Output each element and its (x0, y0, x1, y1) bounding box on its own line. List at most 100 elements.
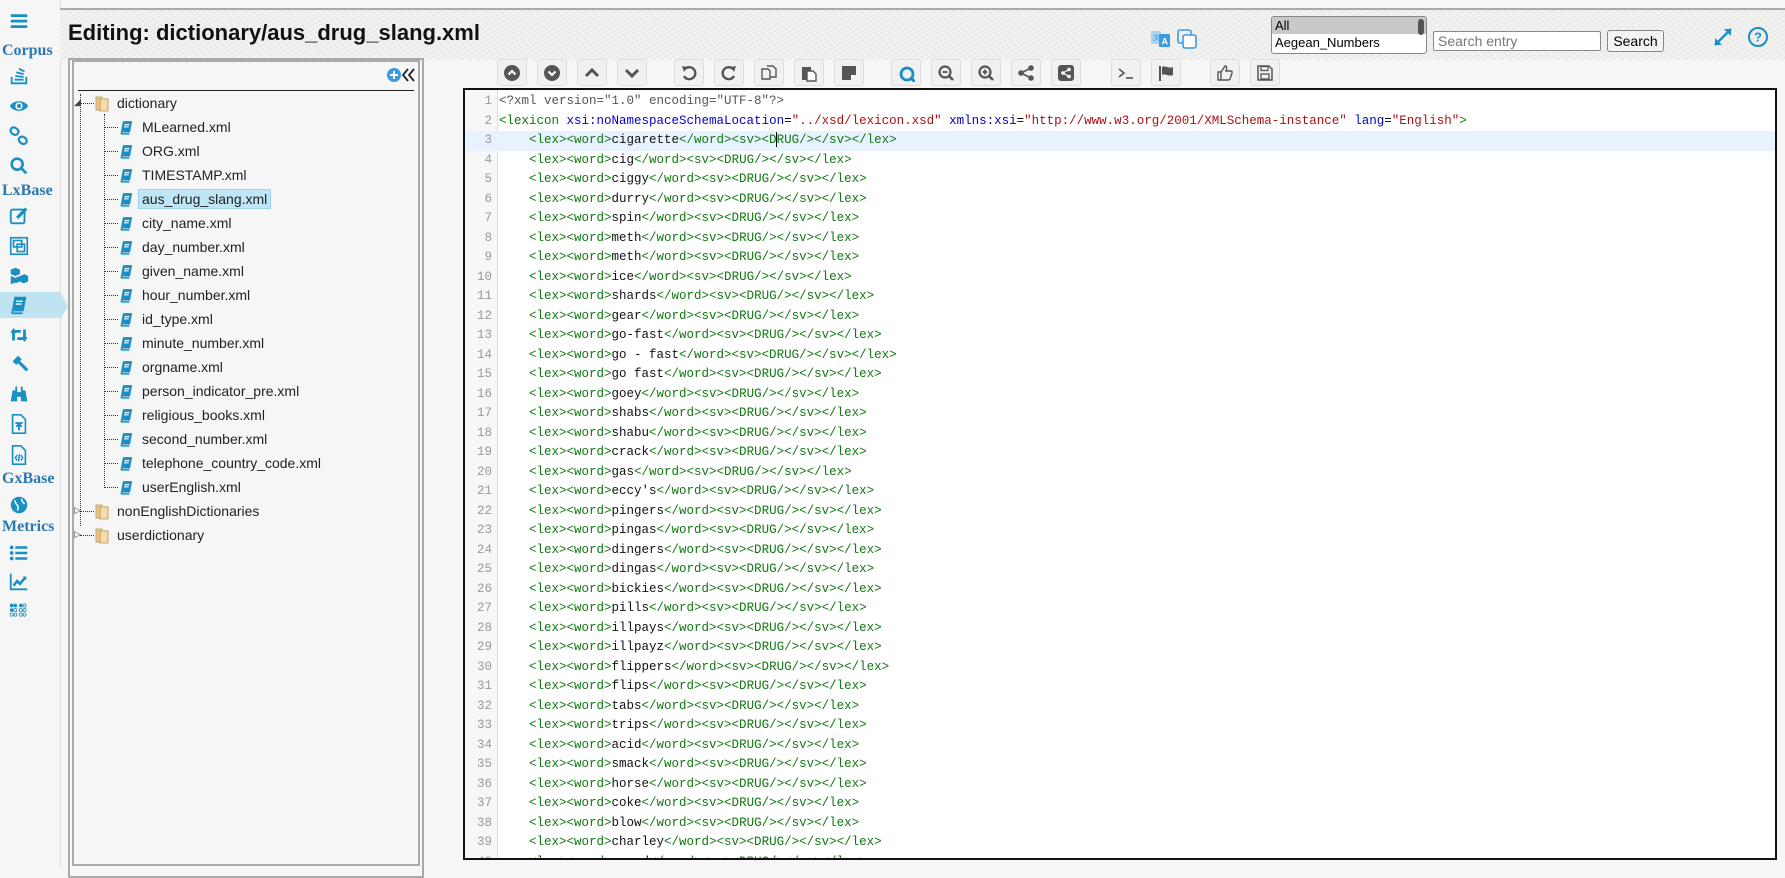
tree-file[interactable]: day_number.xml (118, 236, 249, 258)
code-line[interactable]: 18 <lex><word>shabu</word><sv><DRUG/></s… (465, 424, 1775, 444)
previous-button[interactable] (577, 59, 607, 86)
code-text[interactable]: <lex><word>flips</word><sv><DRUG/></sv><… (499, 677, 867, 697)
xml-code-editor[interactable]: 1 <?xml version="1.0" encoding="UTF-8"?> 2… (463, 88, 1777, 860)
code-text[interactable]: <lex><word>pingas</word><sv><DRUG/></sv>… (499, 521, 874, 541)
tree-file[interactable]: city_name.xml (118, 212, 235, 234)
code-text[interactable]: <lex><word>illpayz</word><sv><DRUG/></sv… (499, 638, 882, 658)
code-text[interactable]: <lex><word>speed</word><sv><DRUG/></sv><… (499, 853, 867, 859)
tree-file[interactable]: religious_books.xml (118, 404, 269, 426)
code-line[interactable]: 14 <lex><word>go - fast</word><sv><DRUG/… (465, 346, 1775, 366)
tree-file[interactable]: person_indicator_pre.xml (118, 380, 303, 402)
code-text[interactable]: <lex><word>durry</word><sv><DRUG/></sv><… (499, 190, 867, 210)
code-line[interactable]: 6 <lex><word>durry</word><sv><DRUG/></sv… (465, 190, 1775, 210)
tree-file[interactable]: userEnglish.xml (118, 476, 245, 498)
terminal-button[interactable] (1111, 59, 1141, 86)
dictionary-option[interactable]: All (1272, 17, 1426, 34)
tree-file[interactable]: telephone_country_code.xml (118, 452, 325, 474)
select-scrollbar[interactable] (1418, 19, 1424, 35)
code-text[interactable]: <lex><word>smack</word><sv><DRUG/></sv><… (499, 755, 867, 775)
code-text[interactable]: <lex><word>spin</word><sv><DRUG/></sv></… (499, 209, 859, 229)
sidebar-item-edit[interactable] (0, 203, 60, 229)
sidebar-item-cubes[interactable] (0, 263, 60, 289)
tree-file[interactable]: orgname.xml (118, 356, 227, 378)
zoom-out-button[interactable] (931, 59, 961, 86)
code-text[interactable]: <lex><word>shabu</word><sv><DRUG/></sv><… (499, 424, 867, 444)
code-line[interactable]: 11 <lex><word>shards</word><sv><DRUG/></… (465, 287, 1775, 307)
code-text[interactable]: <lex><word>bickies</word><sv><DRUG/></sv… (499, 580, 882, 600)
expand-toggle-icon[interactable]: ▷ (74, 505, 84, 515)
sidebar-item-file-code[interactable] (0, 442, 60, 468)
code-text[interactable]: <lex><word>go-fast</word><sv><DRUG/></sv… (499, 326, 882, 346)
code-line[interactable]: 36 <lex><word>horse</word><sv><DRUG/></s… (465, 775, 1775, 795)
code-line[interactable]: 1 <?xml version="1.0" encoding="UTF-8"?> (465, 92, 1775, 112)
copy-button[interactable] (754, 59, 784, 86)
code-text[interactable]: <lex><word>acid</word><sv><DRUG/></sv></… (499, 736, 859, 756)
code-text[interactable]: <lex><word>gas</word><sv><DRUG/></sv></l… (499, 463, 852, 483)
code-line[interactable]: 7 <lex><word>spin</word><sv><DRUG/></sv>… (465, 209, 1775, 229)
search-entry-input[interactable] (1433, 31, 1601, 51)
share-square-button[interactable] (1051, 59, 1081, 86)
code-line[interactable]: 20 <lex><word>gas</word><sv><DRUG/></sv>… (465, 463, 1775, 483)
code-line[interactable]: 28 <lex><word>illpays</word><sv><DRUG/><… (465, 619, 1775, 639)
code-line[interactable]: 8 <lex><word>meth</word><sv><DRUG/></sv>… (465, 229, 1775, 249)
code-line[interactable]: 37 <lex><word>coke</word><sv><DRUG/></sv… (465, 794, 1775, 814)
code-text[interactable]: <lex><word>shards</word><sv><DRUG/></sv>… (499, 287, 874, 307)
code-line[interactable]: 35 <lex><word>smack</word><sv><DRUG/></s… (465, 755, 1775, 775)
code-text[interactable]: <lex><word>dingas</word><sv><DRUG/></sv>… (499, 560, 874, 580)
zoom-in-button[interactable] (971, 59, 1001, 86)
code-text[interactable]: <lex><word>crack</word><sv><DRUG/></sv><… (499, 443, 867, 463)
code-line[interactable]: 5 <lex><word>ciggy</word><sv><DRUG/></sv… (465, 170, 1775, 190)
code-line[interactable]: 22 <lex><word>pingers</word><sv><DRUG/><… (465, 502, 1775, 522)
code-text[interactable]: <?xml version="1.0" encoding="UTF-8"?> (499, 92, 784, 112)
sidebar-item-link[interactable] (0, 123, 60, 149)
code-line[interactable]: 34 <lex><word>acid</word><sv><DRUG/></sv… (465, 736, 1775, 756)
code-text[interactable]: <lex><word>eccy's</word><sv><DRUG/></sv>… (499, 482, 874, 502)
sidebar-item-menu[interactable] (0, 9, 60, 35)
code-line[interactable]: 19 <lex><word>crack</word><sv><DRUG/></s… (465, 443, 1775, 463)
sidebar-item-globe[interactable] (0, 492, 60, 518)
code-line[interactable]: 15 <lex><word>go fast</word><sv><DRUG/><… (465, 365, 1775, 385)
code-text[interactable]: <lex><word>ciggy</word><sv><DRUG/></sv><… (499, 170, 867, 190)
code-text[interactable]: <lex><word>charley</word><sv><DRUG/></sv… (499, 833, 882, 853)
code-text[interactable]: <lex><word>gear</word><sv><DRUG/></sv></… (499, 307, 859, 327)
sidebar-item-object-group[interactable] (0, 233, 60, 259)
tree-file[interactable]: id_type.xml (118, 308, 217, 330)
code-text[interactable]: <lex><word>go - fast</word><sv><DRUG/></… (499, 346, 897, 366)
help-icon[interactable]: ? (1747, 26, 1769, 48)
sidebar-item-search[interactable] (0, 153, 60, 179)
code-line[interactable]: 12 <lex><word>gear</word><sv><DRUG/></sv… (465, 307, 1775, 327)
code-text[interactable]: <lex><word>cig</word><sv><DRUG/></sv></l… (499, 151, 852, 171)
code-line[interactable]: 32 <lex><word>tabs</word><sv><DRUG/></sv… (465, 697, 1775, 717)
code-line[interactable]: 39 <lex><word>charley</word><sv><DRUG/><… (465, 833, 1775, 853)
tree-file[interactable]: aus_drug_slang.xml (118, 188, 272, 210)
tree-file[interactable]: minute_number.xml (118, 332, 268, 354)
sidebar-item-list[interactable] (0, 540, 60, 566)
code-line[interactable]: 2 <lexicon xsi:noNamespaceSchemaLocation=… (465, 112, 1775, 132)
fold-all-button[interactable] (497, 59, 527, 86)
code-line[interactable]: 9 <lex><word>meth</word><sv><DRUG/></sv>… (465, 248, 1775, 268)
validate-button[interactable] (1210, 59, 1240, 86)
collapse-panel-icon[interactable] (400, 66, 416, 84)
code-text[interactable]: <lex><word>go fast</word><sv><DRUG/></sv… (499, 365, 882, 385)
flag-button[interactable] (1151, 59, 1181, 86)
code-line[interactable]: 13 <lex><word>go-fast</word><sv><DRUG/><… (465, 326, 1775, 346)
next-button[interactable] (617, 59, 647, 86)
sidebar-item-binoculars[interactable] (0, 381, 60, 407)
sidebar-section-gxbase[interactable]: GxBase (2, 470, 54, 488)
code-text[interactable]: <lex><word>goey</word><sv><DRUG/></sv></… (499, 385, 859, 405)
code-line[interactable]: 38 <lex><word>blow</word><sv><DRUG/></sv… (465, 814, 1775, 834)
expand-icon[interactable] (1712, 26, 1734, 48)
dictionary-option[interactable]: Aegean_Numbers (1272, 34, 1426, 51)
tree-folder[interactable]: ◢ dictionary (74, 92, 181, 114)
sidebar-item-retweet[interactable] (0, 322, 60, 348)
code-line[interactable]: 31 <lex><word>flips</word><sv><DRUG/></s… (465, 677, 1775, 697)
dictionary-select[interactable]: All Aegean_Numbers (1271, 16, 1427, 54)
code-text[interactable]: <lex><word>coke</word><sv><DRUG/></sv></… (499, 794, 859, 814)
tree-file[interactable]: ORG.xml (118, 140, 204, 162)
code-text[interactable]: <lex><word>pingers</word><sv><DRUG/></sv… (499, 502, 882, 522)
code-text[interactable]: <lex><word>tabs</word><sv><DRUG/></sv></… (499, 697, 859, 717)
code-line[interactable]: 40 <lex><word>speed</word><sv><DRUG/></s… (465, 853, 1775, 859)
tree-file[interactable]: MLearned.xml (118, 116, 235, 138)
sidebar-section-metrics[interactable]: Metrics (2, 518, 54, 536)
code-line[interactable]: 25 <lex><word>dingas</word><sv><DRUG/></… (465, 560, 1775, 580)
